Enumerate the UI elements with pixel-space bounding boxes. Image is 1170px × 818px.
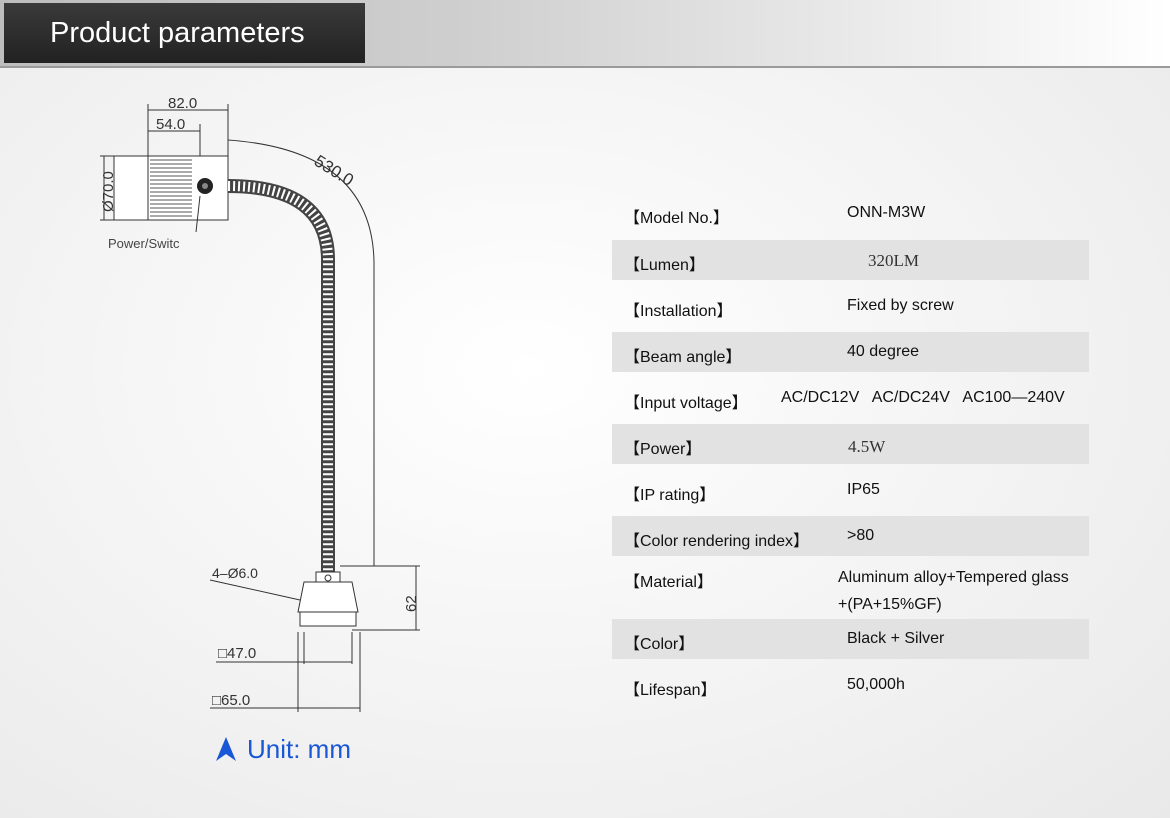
lamp-base xyxy=(297,571,359,627)
dim-62: 62 xyxy=(403,595,420,612)
spec-row-model: 【Model No.】 ONN-M3W xyxy=(612,193,1089,233)
spec-row-power: 【Power】 4.5W xyxy=(612,424,1089,464)
spec-key: 【Installation】 xyxy=(624,303,733,320)
spec-value-line: Aluminum alloy+Tempered glass xyxy=(838,569,1069,586)
spec-value: AC/DC12V AC/DC24V AC100—240V xyxy=(781,389,1065,406)
gooseneck-arm xyxy=(227,179,335,572)
dim-530: 530.0 xyxy=(311,151,357,190)
spec-value-line: +(PA+15%GF) xyxy=(838,596,942,613)
dim-82: 82.0 xyxy=(168,95,197,112)
spec-key: 【Lumen】 xyxy=(624,257,705,274)
dim-65: □65.0 xyxy=(212,692,250,709)
spec-value: Fixed by screw xyxy=(847,297,954,314)
dimension-drawing: 82.0 54.0 Ø70.0 Power/Switc 530.0 62 4–Ø… xyxy=(100,95,420,712)
spec-value: Aluminum alloy+Tempered glass +(PA+15%GF… xyxy=(838,564,1069,618)
spec-key: 【Input voltage】 xyxy=(624,395,748,412)
spec-key: 【Lifespan】 xyxy=(624,682,717,699)
spec-row-lifespan: 【Lifespan】 50,000h xyxy=(612,665,1089,705)
spec-key: 【IP rating】 xyxy=(624,487,716,504)
spec-key: 【Beam angle】 xyxy=(624,349,742,366)
unit-note: Unit: mm xyxy=(215,732,351,766)
lamp-head xyxy=(113,155,229,233)
spec-row-lumen: 【Lumen】 320LM xyxy=(612,240,1089,280)
spec-value: 50,000h xyxy=(847,676,905,693)
spec-row-material: 【Material】 Aluminum alloy+Tempered glass… xyxy=(612,562,1089,616)
dim-70: Ø70.0 xyxy=(100,171,117,212)
spec-row-input-voltage: 【Input voltage】 AC/DC12V AC/DC24V AC100—… xyxy=(612,378,1089,418)
spec-row-installation: 【Installation】 Fixed by screw xyxy=(612,286,1089,326)
spec-value: ONN-M3W xyxy=(847,204,926,221)
dim-holes: 4–Ø6.0 xyxy=(212,565,258,581)
spec-key: 【Color rendering index】 xyxy=(624,533,809,550)
page-title: Product parameters xyxy=(50,17,305,49)
arrow-up-icon xyxy=(216,737,236,761)
power-switch-label: Power/Switc xyxy=(108,236,180,251)
header-tab: Product parameters xyxy=(4,3,365,63)
spec-value: 40 degree xyxy=(847,343,920,360)
spec-value: >80 xyxy=(847,527,875,544)
spec-value: 320LM xyxy=(868,251,919,270)
dim-47: □47.0 xyxy=(218,645,256,662)
dim-54: 54.0 xyxy=(156,116,185,133)
spec-key: 【Power】 xyxy=(624,441,702,458)
spec-row-color: 【Color】 Black + Silver xyxy=(612,619,1089,659)
spec-value: IP65 xyxy=(847,481,880,498)
spec-key: 【Material】 xyxy=(624,574,713,591)
spec-row-ip-rating: 【IP rating】 IP65 xyxy=(612,470,1089,510)
spec-value: Black + Silver xyxy=(847,630,945,647)
spec-row-beam-angle: 【Beam angle】 40 degree xyxy=(612,332,1089,372)
spec-value: 4.5W xyxy=(848,437,886,456)
spec-key: 【Model No.】 xyxy=(624,210,729,227)
spec-row-cri: 【Color rendering index】 >80 xyxy=(612,516,1089,556)
header-bar: Product parameters xyxy=(0,0,1170,68)
spec-key: 【Color】 xyxy=(624,636,695,653)
unit-label: Unit: mm xyxy=(247,733,351,764)
